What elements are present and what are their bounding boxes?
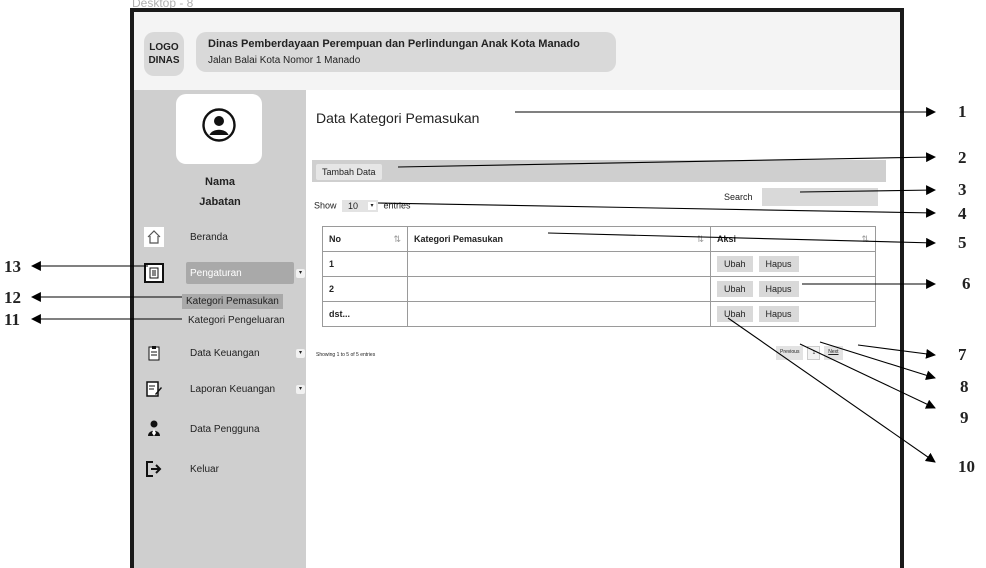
add-data-button[interactable]: Tambah Data xyxy=(316,164,382,180)
page-button[interactable]: 1 xyxy=(807,346,821,360)
table-row: 1 Ubah Hapus xyxy=(322,251,876,277)
sidebar-item-label: Pengaturan xyxy=(190,267,242,279)
sort-icon: ⇅ xyxy=(393,233,401,244)
sidebar-item-label: Data Pengguna xyxy=(190,423,260,435)
table-info: Showing 1 to 5 of 5 entries xyxy=(316,352,376,358)
org-address: Jalan Balai Kota Nomor 1 Manado xyxy=(208,55,361,66)
chevron-down-icon: ▾ xyxy=(296,385,305,394)
next-button[interactable]: Next xyxy=(824,346,843,360)
entries-value: 10 xyxy=(348,201,359,211)
user-name: Nama xyxy=(205,176,235,188)
data-table: No ⇅ Kategori Pemasukan ⇅ Aksi ⇅ 1 Ubah Hapu… xyxy=(322,226,876,327)
sidebar-item-pengaturan[interactable]: Pengaturan ▾ xyxy=(144,262,305,284)
sidebar: Nama Jabatan Beranda Pengaturan ▾ Katego… xyxy=(134,90,306,568)
home-icon xyxy=(144,227,164,247)
entries-select[interactable]: 10 ▾ xyxy=(342,200,379,212)
org-titlebox: Dinas Pemberdayaan Perempuan dan Perlind… xyxy=(196,32,616,72)
sort-icon: ⇅ xyxy=(861,233,869,244)
show-label: Show xyxy=(314,200,337,211)
cell-kategori xyxy=(407,276,711,302)
submenu-kategori-pemasukan[interactable]: Kategori Pemasukan xyxy=(182,294,283,309)
user-icon xyxy=(144,419,164,439)
callout-number-3: 3 xyxy=(958,180,967,199)
column-header-aksi[interactable]: Aksi ⇅ xyxy=(710,226,876,252)
edit-document-icon xyxy=(144,379,164,399)
page-title: Data Kategori Pemasukan xyxy=(316,110,480,126)
column-header-kategori[interactable]: Kategori Pemasukan ⇅ xyxy=(407,226,711,252)
entries-label: entries xyxy=(383,200,411,211)
cell-no: 2 xyxy=(322,276,408,302)
user-role: Jabatan xyxy=(199,196,241,208)
callout-number-4: 4 xyxy=(958,204,967,223)
table-row: dst... Ubah Hapus xyxy=(322,301,876,327)
callout-number-10: 10 xyxy=(958,457,975,476)
desktop-frame: LOGO DINAS Dinas Pemberdayaan Perempuan … xyxy=(130,8,904,568)
column-header-no[interactable]: No ⇅ xyxy=(322,226,408,252)
user-avatar-icon xyxy=(202,108,236,142)
table-row: 2 Ubah Hapus xyxy=(322,276,876,302)
sidebar-item-label: Beranda xyxy=(190,231,228,243)
clipboard-icon xyxy=(144,263,164,283)
clipboard-icon xyxy=(144,343,164,363)
logout-icon xyxy=(144,459,164,479)
edit-button[interactable]: Ubah xyxy=(717,306,753,322)
cell-no: 1 xyxy=(322,251,408,277)
table-header-row: No ⇅ Kategori Pemasukan ⇅ Aksi ⇅ xyxy=(322,226,876,252)
sidebar-item-label: Data Keuangan xyxy=(190,347,260,359)
cell-actions: Ubah Hapus xyxy=(710,276,876,302)
sidebar-item-data-pengguna[interactable]: Data Pengguna xyxy=(144,418,304,440)
search-input[interactable] xyxy=(762,188,878,206)
edit-button[interactable]: Ubah xyxy=(717,256,753,272)
sort-icon: ⇅ xyxy=(696,233,704,244)
callout-number-11: 11 xyxy=(4,310,21,329)
avatar xyxy=(176,94,262,164)
chevron-down-icon: ▾ xyxy=(296,349,305,358)
toolbar: Tambah Data xyxy=(312,160,886,182)
submenu-kategori-pengeluaran[interactable]: Kategori Pengeluaran xyxy=(188,315,285,326)
chevron-down-icon: ▾ xyxy=(296,269,305,278)
entries-control: Show 10 ▾ entries xyxy=(314,200,411,212)
delete-button[interactable]: Hapus xyxy=(758,256,799,272)
sidebar-item-laporan-keuangan[interactable]: Laporan Keuangan ▾ xyxy=(144,378,305,400)
cell-actions: Ubah Hapus xyxy=(710,301,876,327)
callout-number-7: 7 xyxy=(958,345,967,364)
callout-number-1: 1 xyxy=(958,102,967,121)
pagination: Previous 1 Next xyxy=(776,346,843,360)
callout-number-8: 8 xyxy=(960,377,969,396)
sidebar-item-beranda[interactable]: Beranda xyxy=(144,226,304,248)
logo: LOGO DINAS xyxy=(144,32,184,76)
sidebar-item-label: Laporan Keuangan xyxy=(190,383,276,395)
delete-button[interactable]: Hapus xyxy=(758,306,799,322)
sidebar-item-label: Keluar xyxy=(190,463,219,475)
chevron-down-icon: ▾ xyxy=(368,202,377,210)
callout-number-5: 5 xyxy=(958,233,967,252)
previous-button[interactable]: Previous xyxy=(776,346,804,360)
cell-kategori xyxy=(407,251,711,277)
callout-number-9: 9 xyxy=(960,408,969,427)
callout-number-2: 2 xyxy=(958,148,967,167)
cell-kategori xyxy=(407,301,711,327)
delete-button[interactable]: Hapus xyxy=(758,281,799,297)
cell-actions: Ubah Hapus xyxy=(710,251,876,277)
search-label: Search xyxy=(724,192,753,202)
callout-number-13: 13 xyxy=(4,257,21,276)
org-name: Dinas Pemberdayaan Perempuan dan Perlind… xyxy=(208,38,580,50)
cell-no: dst... xyxy=(322,301,408,327)
sidebar-item-keluar[interactable]: Keluar xyxy=(144,458,304,480)
edit-button[interactable]: Ubah xyxy=(717,281,753,297)
main-content: Data Kategori Pemasukan Tambah Data Show… xyxy=(306,90,900,568)
sidebar-item-data-keuangan[interactable]: Data Keuangan ▾ xyxy=(144,342,305,364)
callout-number-6: 6 xyxy=(962,274,971,293)
header: LOGO DINAS Dinas Pemberdayaan Perempuan … xyxy=(134,12,900,91)
callout-number-12: 12 xyxy=(4,288,21,307)
